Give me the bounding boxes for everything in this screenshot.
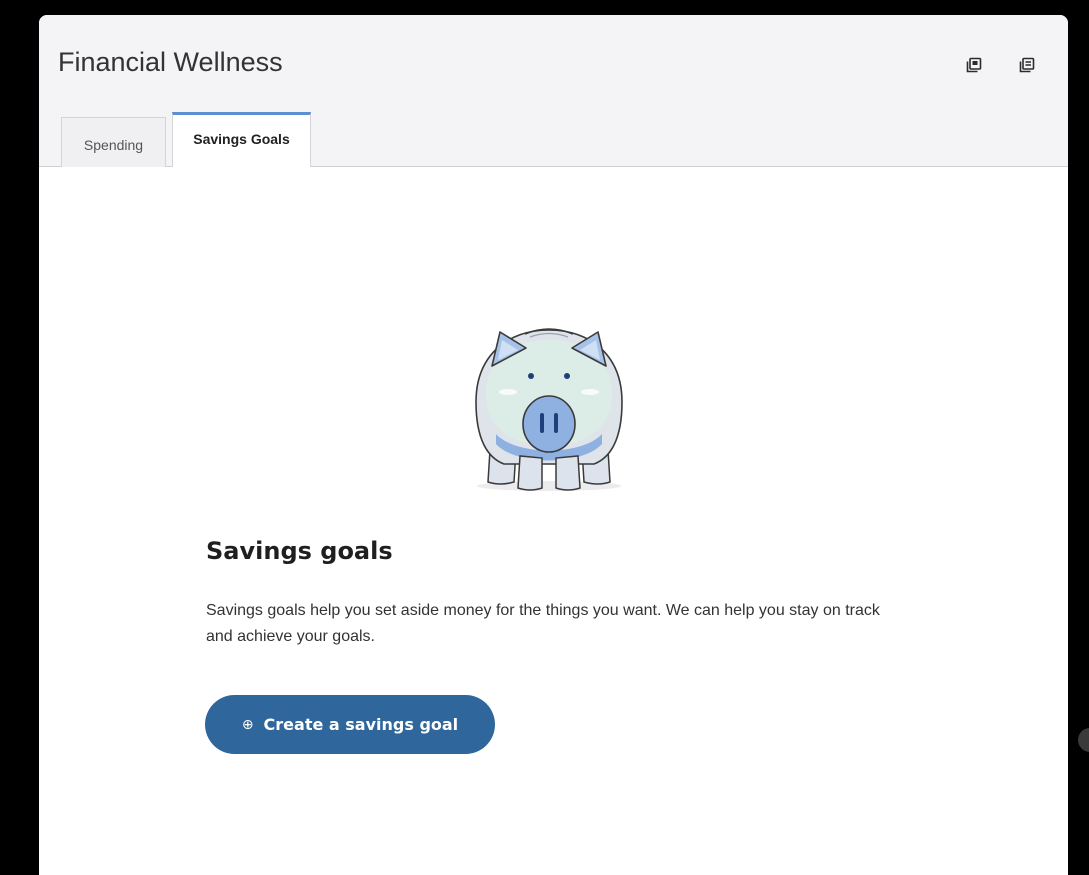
open-in-window-icon[interactable] bbox=[966, 57, 982, 73]
tab-savings-goals-label: Savings Goals bbox=[193, 131, 290, 147]
piggy-bank-icon bbox=[475, 328, 623, 491]
financial-wellness-card: Financial Wellness Spending Savings Goal… bbox=[39, 15, 1068, 875]
empty-state-description: Savings goals help you set aside money f… bbox=[206, 602, 880, 645]
card-title: Financial Wellness bbox=[58, 47, 283, 77]
tab-spending-label: Spending bbox=[83, 136, 144, 153]
tab-savings-goals[interactable]: Savings Goals bbox=[172, 112, 311, 167]
create-savings-goal-label: Create a savings goal bbox=[263, 715, 459, 734]
tab-spending[interactable]: Spending bbox=[61, 117, 166, 167]
notes-icon[interactable] bbox=[1019, 57, 1035, 73]
create-savings-goal-button[interactable]: ⊕ Create a savings goal bbox=[205, 695, 495, 754]
empty-state-heading: Savings goals bbox=[206, 537, 393, 565]
plus-circle-icon: ⊕ bbox=[241, 716, 254, 733]
background-edge-shape bbox=[1078, 728, 1089, 752]
